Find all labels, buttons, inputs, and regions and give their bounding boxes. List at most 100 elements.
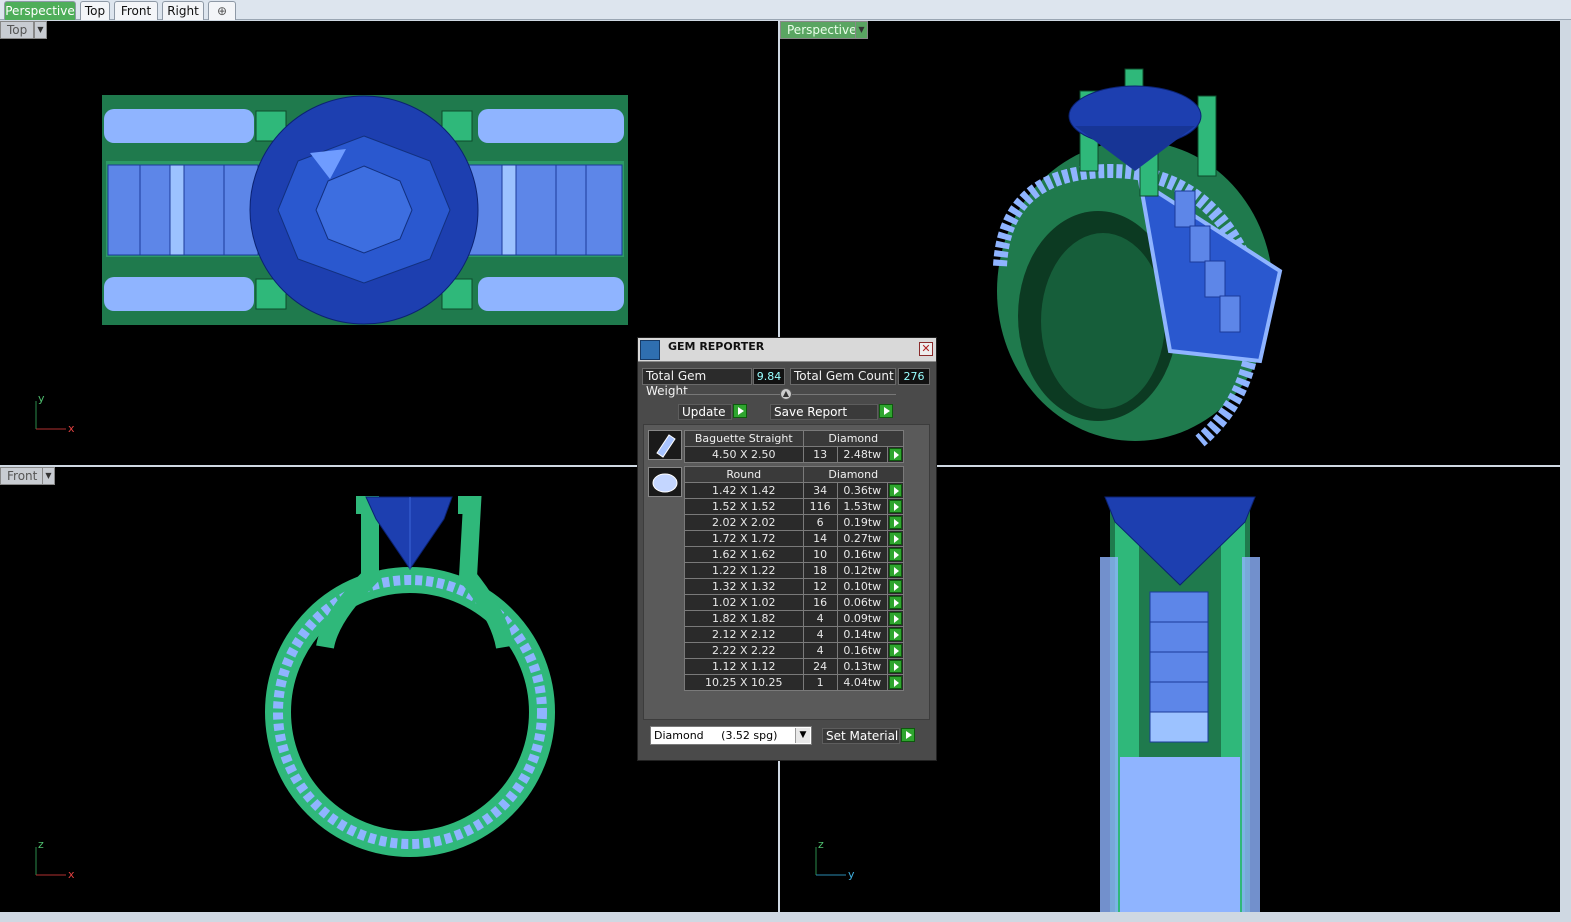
viewport-tab-strip: Perspective Top Front Right ⊕ [0,0,1571,20]
select-gem-button[interactable] [886,658,905,675]
select-gem-button[interactable] [886,626,905,643]
gem-reporter-dialog: GEM REPORTER ✕ Total Gem Weight 9.84 Tot… [637,337,937,761]
viewport-menu-top[interactable]: ▼ [34,21,47,39]
table-row[interactable]: 1.32 X 1.32 12 0.10tw [684,578,905,595]
gem-weight: 1.53tw [836,498,888,515]
chevron-down-icon: ▼ [858,25,865,34]
chevron-up-icon: ▲ [782,389,790,398]
select-gem-button[interactable] [886,482,905,499]
close-button[interactable]: ✕ [919,342,933,356]
gem-weight: 4.04tw [836,674,888,691]
table-row[interactable]: 2.02 X 2.02 6 0.19tw [684,514,905,531]
select-gem-button[interactable] [886,562,905,579]
plus-icon: ⊕ [216,4,228,18]
table-row[interactable]: 10.25 X 10.25 1 4.04tw [684,674,905,691]
gem-size: 2.12 X 2.12 [684,626,804,643]
table-row[interactable]: 1.12 X 1.12 24 0.13tw [684,658,905,675]
gem-count: 24 [802,658,838,675]
table-row[interactable]: 2.22 X 2.22 4 0.16tw [684,642,905,659]
select-gem-button[interactable] [886,610,905,627]
table-row[interactable]: 2.12 X 2.12 4 0.14tw [684,626,905,643]
viewport-label-perspective[interactable]: Perspective [780,21,864,39]
gem-count: 13 [802,446,838,463]
chevron-down-icon: ▼ [795,728,810,743]
gem-count: 116 [802,498,838,515]
select-gem-button[interactable] [886,674,905,691]
select-gem-button[interactable] [886,594,905,611]
select-gem-button[interactable] [886,642,905,659]
gem-count: 34 [802,482,838,499]
select-gem-button[interactable] [886,546,905,563]
material-header: Diamond [802,466,905,483]
gem-size: 1.12 X 1.12 [684,658,804,675]
collapse-toggle[interactable]: ▲ [780,388,792,400]
table-row[interactable]: 1.62 X 1.62 10 0.16tw [684,546,905,563]
gem-weight: 0.14tw [836,626,888,643]
gem-count: 18 [802,562,838,579]
gem-size: 1.32 X 1.32 [684,578,804,595]
chevron-down-icon: ▼ [37,25,44,34]
gem-weight: 2.48tw [836,446,888,463]
table-row[interactable]: 1.02 X 1.02 16 0.06tw [684,594,905,611]
baguette-gem-icon [656,434,676,458]
gem-weight: 0.16tw [836,546,888,563]
save-report-button[interactable]: Save Report [770,404,878,420]
axis-x-label: x [68,422,75,435]
add-tab-button[interactable]: ⊕ [208,1,236,20]
gem-size: 1.22 X 1.22 [684,562,804,579]
material-header: Diamond [802,430,905,447]
table-row[interactable]: 1.72 X 1.72 14 0.27tw [684,530,905,547]
axis-indicator-top: y x [35,392,75,435]
select-gem-button[interactable] [886,530,905,547]
gem-count: 4 [802,642,838,659]
viewport-menu-front[interactable]: ▼ [42,467,55,485]
tab-right[interactable]: Right [162,1,204,20]
gem-size: 1.72 X 1.72 [684,530,804,547]
table-row[interactable]: 1.52 X 1.52 116 1.53tw [684,498,905,515]
viewport-label-top[interactable]: Top [0,21,35,39]
tab-top[interactable]: Top [80,1,110,20]
baguette-table: Baguette Straight Diamond 4.50 X 2.50 13 … [684,430,905,463]
gem-weight: 0.06tw [836,594,888,611]
set-material-button[interactable]: Set Material [822,728,900,744]
axis-indicator-right: z y [815,838,855,881]
axis-z-label: z [38,838,44,851]
dialog-title: GEM REPORTER [668,340,765,353]
material-select[interactable]: Diamond (3.52 spg) ▼ [650,726,812,745]
set-material-go-button[interactable] [901,728,915,742]
gem-size: 1.52 X 1.52 [684,498,804,515]
select-gem-button[interactable] [886,446,905,463]
select-gem-button[interactable] [886,498,905,515]
gem-size: 1.62 X 1.62 [684,546,804,563]
gem-size: 2.02 X 2.02 [684,514,804,531]
shape-header: Round [684,466,804,483]
gem-weight: 0.12tw [836,562,888,579]
shape-header: Baguette Straight [684,430,804,447]
gem-count: 16 [802,594,838,611]
round-gem-icon [652,473,678,493]
rhino-app: Perspective Top Front Right ⊕ Top ▼ y x … [0,0,1571,922]
select-gem-button[interactable] [886,514,905,531]
save-report-go-button[interactable] [879,404,893,418]
gem-count: 4 [802,626,838,643]
table-row[interactable]: 1.22 X 1.22 18 0.12tw [684,562,905,579]
tab-perspective[interactable]: Perspective [4,1,76,20]
update-go-button[interactable] [733,404,747,418]
gem-reporter-icon [640,340,660,360]
gem-weight: 0.09tw [836,610,888,627]
tab-front[interactable]: Front [114,1,158,20]
gem-list-panel: Baguette Straight Diamond 4.50 X 2.50 13 … [643,424,930,720]
table-row[interactable]: 1.82 X 1.82 4 0.09tw [684,610,905,627]
axis-x-label: x [68,868,75,881]
viewport-menu-perspective[interactable]: ▼ [855,21,868,39]
table-row[interactable]: 1.42 X 1.42 34 0.36tw [684,482,905,499]
viewport-label-front[interactable]: Front [0,467,45,485]
update-button[interactable]: Update [678,404,732,420]
gem-count: 10 [802,546,838,563]
gem-count: 12 [802,578,838,595]
gem-count: 1 [802,674,838,691]
select-gem-button[interactable] [886,578,905,595]
table-row[interactable]: 4.50 X 2.50 13 2.48tw [684,446,905,463]
dialog-titlebar[interactable]: GEM REPORTER ✕ [638,338,936,362]
gem-size: 4.50 X 2.50 [684,446,804,463]
